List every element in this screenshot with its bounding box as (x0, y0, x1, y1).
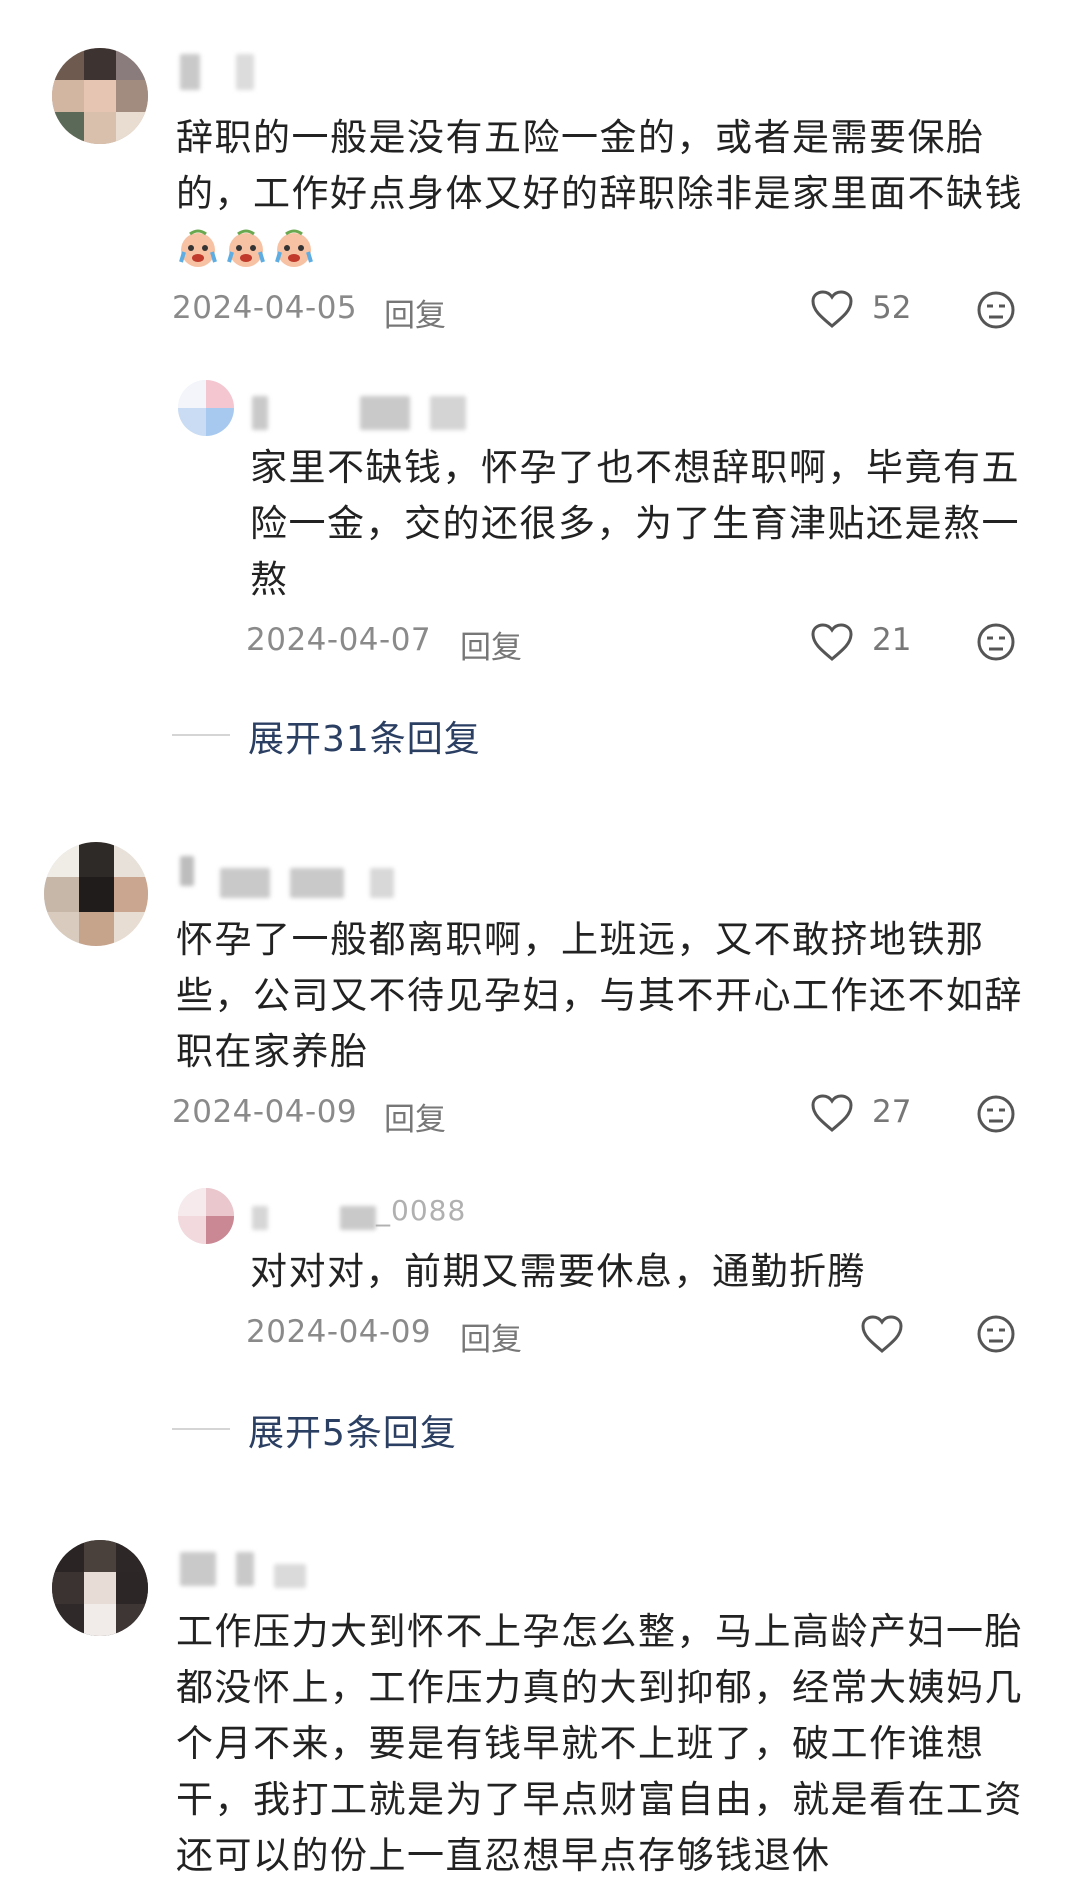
comment-date: 2024-04-09 (172, 1094, 358, 1130)
heart-icon[interactable] (860, 1314, 904, 1354)
reaction-face-icon[interactable] (976, 1314, 1016, 1354)
heart-icon[interactable] (810, 289, 854, 329)
reaction-face-icon[interactable] (976, 290, 1016, 330)
reply-date: 2024-04-09 (246, 1314, 432, 1350)
reaction-face-icon[interactable] (976, 622, 1016, 662)
reply-button[interactable]: 回复 (384, 290, 446, 335)
avatar[interactable] (178, 380, 234, 436)
crying-face-emoji (275, 229, 313, 267)
reaction-face-icon[interactable] (976, 1094, 1016, 1134)
like-count: 52 (872, 290, 912, 326)
reply-button[interactable]: 回复 (384, 1094, 446, 1139)
avatar[interactable] (44, 842, 148, 946)
comment-date: 2024-04-05 (172, 290, 358, 326)
username-partial: _0088 (376, 1194, 467, 1227)
reply-text: 家里不缺钱，怀孕了也不想辞职啊，毕竟有五险一金，交的还很多，为了生育津贴还是熬一… (250, 446, 1020, 601)
avatar[interactable] (178, 1188, 234, 1244)
comment-text: 工作压力大到怀不上孕怎么整，马上高龄产妇一胎都没怀上，工作压力真的大到抑郁，经常… (176, 1610, 1023, 1877)
expand-replies-button[interactable]: 展开31条回复 (248, 710, 481, 762)
reply-date: 2024-04-07 (246, 622, 432, 658)
reply-button[interactable]: 回复 (460, 1314, 522, 1359)
crying-face-emoji (179, 229, 217, 267)
avatar[interactable] (52, 48, 148, 144)
divider (172, 734, 230, 736)
reply-text: 对对对，前期又需要休息，通勤折腾 (250, 1250, 866, 1293)
comment-text: 辞职的一般是没有五险一金的，或者是需要保胎的，工作好点身体又好的辞职除非是家里面… (176, 110, 1036, 278)
reply-button[interactable]: 回复 (460, 622, 522, 667)
heart-icon[interactable] (810, 1093, 854, 1133)
heart-icon[interactable] (810, 622, 854, 662)
like-count: 27 (872, 1094, 912, 1130)
divider (172, 1428, 230, 1430)
avatar[interactable] (52, 1540, 148, 1636)
comment-text: 怀孕了一般都离职啊，上班远，又不敢挤地铁那些，公司又不待见孕妇，与其不开心工作还… (176, 918, 1023, 1073)
crying-face-emoji (227, 229, 265, 267)
like-count: 21 (872, 622, 912, 658)
expand-replies-button[interactable]: 展开5条回复 (248, 1404, 457, 1456)
